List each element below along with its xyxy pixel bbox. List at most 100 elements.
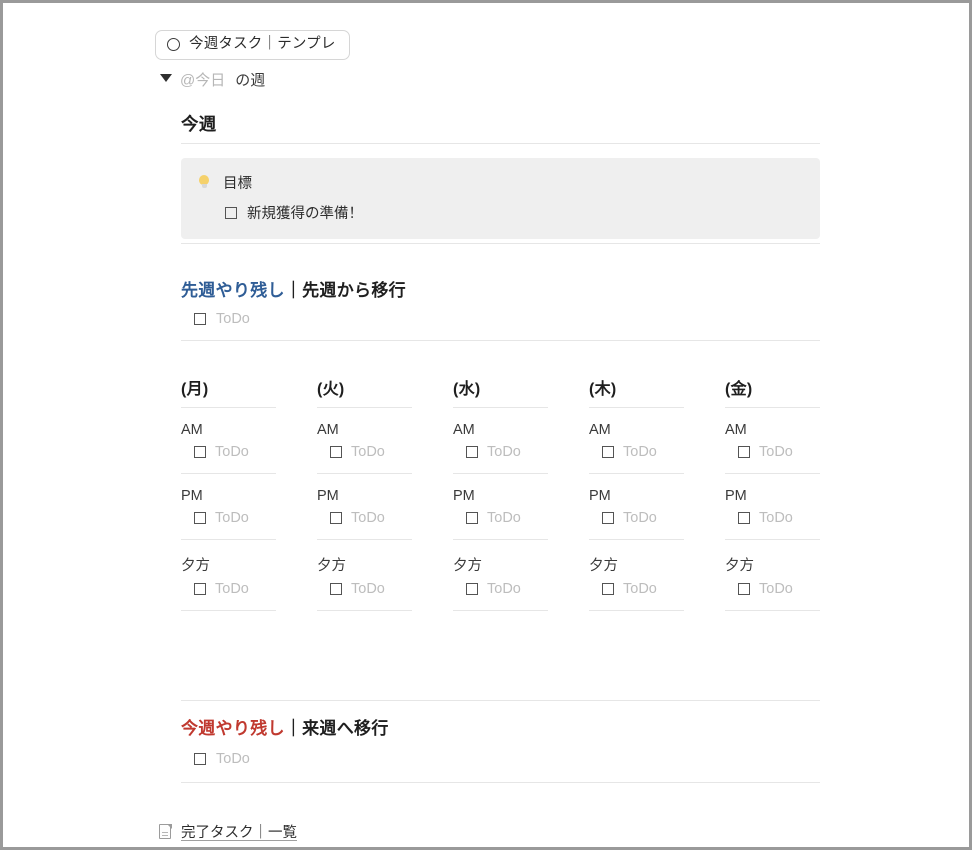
- slot-am: AM ToDo: [589, 408, 684, 473]
- slot-evening: 夕方 ToDo: [725, 540, 820, 610]
- day-name: (水): [453, 381, 481, 398]
- section-rest-label: 先週から移行: [302, 281, 406, 300]
- section-separator: ｜: [284, 719, 303, 738]
- week-grid: (月) AM ToDo PM ToDo 夕方 ToDo (火) AM ToDo …: [181, 375, 820, 611]
- todo-placeholder: ToDo: [487, 581, 521, 597]
- date-mention[interactable]: @今日: [180, 69, 225, 90]
- divider: [317, 610, 412, 611]
- section-accent-label: 今週やり残し: [181, 719, 285, 738]
- todo-row[interactable]: ToDo: [317, 581, 412, 610]
- checkbox[interactable]: [466, 446, 478, 458]
- day-name: (月): [181, 381, 209, 398]
- todo-row[interactable]: ToDo: [194, 751, 250, 767]
- todo-row[interactable]: ToDo: [453, 444, 548, 473]
- breadcrumb[interactable]: 今週タスク｜テンプレ: [155, 30, 350, 60]
- circle-icon: [167, 38, 180, 51]
- todo-row[interactable]: ToDo: [194, 311, 250, 327]
- completed-tasks-link[interactable]: 完了タスク｜一覧: [159, 821, 297, 842]
- triangle-down-icon[interactable]: [160, 74, 172, 82]
- todo-placeholder: ToDo: [216, 311, 250, 327]
- todo-row[interactable]: ToDo: [181, 581, 276, 610]
- checkbox[interactable]: [738, 512, 750, 524]
- checkbox[interactable]: [602, 446, 614, 458]
- todo-placeholder: ToDo: [215, 510, 249, 526]
- checkbox[interactable]: [194, 313, 206, 325]
- toggle-row[interactable]: @今日 の週: [160, 69, 265, 90]
- todo-row[interactable]: ToDo: [317, 510, 412, 539]
- day-column-thu: (木) AM ToDo PM ToDo 夕方 ToDo: [589, 375, 684, 611]
- slot-evening: 夕方 ToDo: [589, 540, 684, 610]
- todo-row[interactable]: ToDo: [589, 510, 684, 539]
- slot-pm: PM ToDo: [181, 474, 276, 539]
- slot-label: PM: [589, 488, 611, 504]
- todo-placeholder: ToDo: [759, 581, 793, 597]
- slot-evening: 夕方 ToDo: [317, 540, 412, 610]
- section-accent-label: 先週やり残し: [181, 281, 285, 300]
- todo-row[interactable]: ToDo: [725, 444, 820, 473]
- day-column-mon: (月) AM ToDo PM ToDo 夕方 ToDo: [181, 375, 276, 611]
- checkbox[interactable]: [330, 583, 342, 595]
- checkbox[interactable]: [738, 446, 750, 458]
- todo-placeholder: ToDo: [351, 510, 385, 526]
- slot-am: AM ToDo: [453, 408, 548, 473]
- goal-task-row[interactable]: 新規獲得の準備！: [225, 202, 363, 223]
- checkbox[interactable]: [330, 512, 342, 524]
- todo-row[interactable]: ToDo: [725, 581, 820, 610]
- todo-placeholder: ToDo: [487, 444, 521, 460]
- todo-placeholder: ToDo: [351, 444, 385, 460]
- todo-row[interactable]: ToDo: [589, 581, 684, 610]
- slot-label: AM: [453, 422, 475, 438]
- divider: [181, 143, 820, 144]
- checkbox[interactable]: [194, 753, 206, 765]
- divider: [725, 610, 820, 611]
- completed-tasks-label: 完了タスク｜一覧: [181, 825, 297, 841]
- breadcrumb-label: 今週タスク｜テンプレ: [189, 36, 336, 53]
- divider: [181, 243, 820, 244]
- slot-evening: 夕方 ToDo: [181, 540, 276, 610]
- slot-pm: PM ToDo: [317, 474, 412, 539]
- day-column-wed: (水) AM ToDo PM ToDo 夕方 ToDo: [453, 375, 548, 611]
- divider: [181, 610, 276, 611]
- checkbox[interactable]: [194, 446, 206, 458]
- page-title: 今週: [181, 114, 217, 134]
- divider: [181, 340, 820, 341]
- checkbox[interactable]: [225, 206, 237, 219]
- day-column-fri: (金) AM ToDo PM ToDo 夕方 ToDo: [725, 375, 820, 611]
- day-name: (火): [317, 381, 345, 398]
- todo-placeholder: ToDo: [487, 510, 521, 526]
- todo-row[interactable]: ToDo: [453, 581, 548, 610]
- checkbox[interactable]: [330, 446, 342, 458]
- goal-panel: 目標 新規獲得の準備！: [181, 158, 820, 239]
- checkbox[interactable]: [194, 512, 206, 524]
- divider: [589, 610, 684, 611]
- slot-label: PM: [181, 488, 203, 504]
- todo-placeholder: ToDo: [623, 510, 657, 526]
- todo-row[interactable]: ToDo: [589, 444, 684, 473]
- lightbulb-icon: [198, 174, 210, 191]
- checkbox[interactable]: [602, 583, 614, 595]
- day-name: (金): [725, 381, 753, 398]
- slot-am: AM ToDo: [181, 408, 276, 473]
- checkbox[interactable]: [466, 512, 478, 524]
- todo-placeholder: ToDo: [351, 581, 385, 597]
- goal-task-label: 新規獲得の準備！: [247, 206, 363, 222]
- document-icon: [159, 823, 172, 840]
- todo-row[interactable]: ToDo: [181, 444, 276, 473]
- checkbox[interactable]: [466, 583, 478, 595]
- todo-row[interactable]: ToDo: [317, 444, 412, 473]
- slot-label: PM: [453, 488, 475, 504]
- todo-placeholder: ToDo: [215, 581, 249, 597]
- checkbox[interactable]: [738, 583, 750, 595]
- todo-row[interactable]: ToDo: [725, 510, 820, 539]
- todo-row[interactable]: ToDo: [453, 510, 548, 539]
- app-window: 今週タスク｜テンプレ @今日 の週 今週 目標 新規獲得の準備！ 先週やり残し｜…: [0, 0, 972, 850]
- todo-row[interactable]: ToDo: [181, 510, 276, 539]
- checkbox[interactable]: [602, 512, 614, 524]
- note-page: 今週タスク｜テンプレ @今日 の週 今週 目標 新規獲得の準備！ 先週やり残し｜…: [3, 3, 969, 847]
- slot-label: AM: [725, 422, 747, 438]
- slot-label: 夕方: [181, 558, 210, 574]
- slot-pm: PM ToDo: [589, 474, 684, 539]
- checkbox[interactable]: [194, 583, 206, 595]
- slot-am: AM ToDo: [725, 408, 820, 473]
- todo-placeholder: ToDo: [216, 751, 250, 767]
